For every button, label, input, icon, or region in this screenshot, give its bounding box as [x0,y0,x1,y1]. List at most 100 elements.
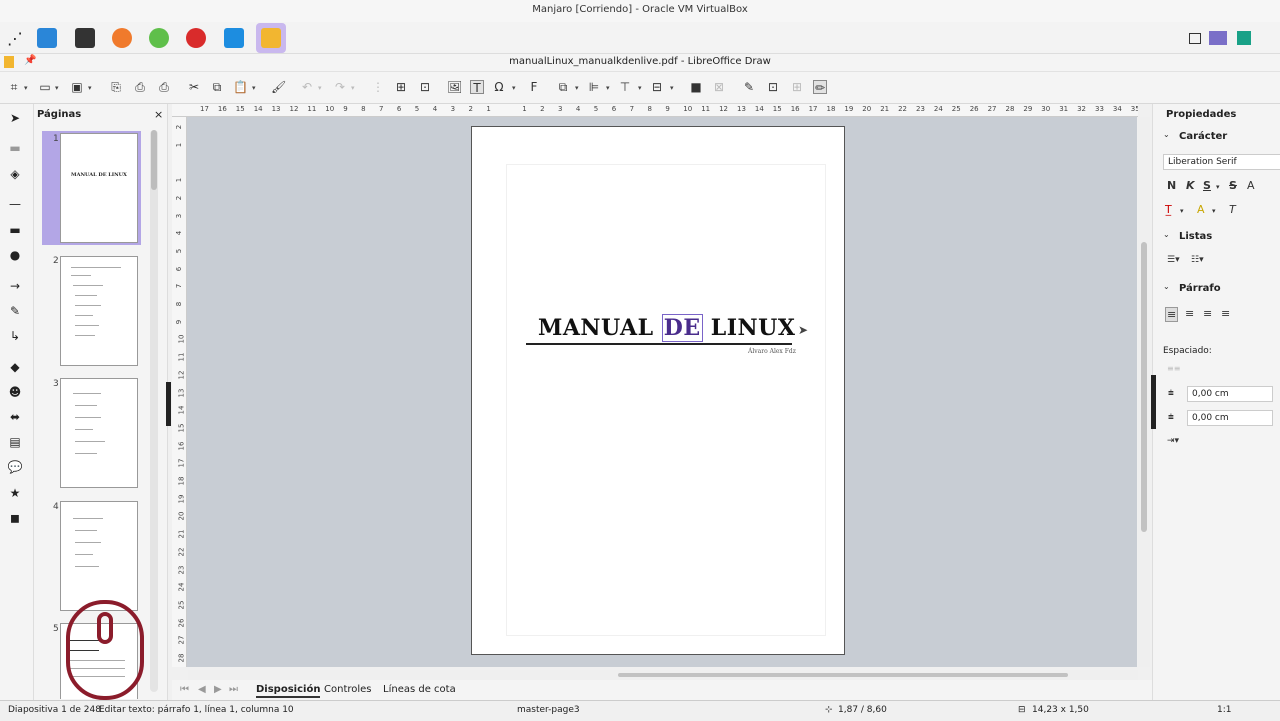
line-spacing-icon[interactable]: ≡≡ [1167,364,1180,373]
pages-scrollbar[interactable] [150,130,158,692]
unordered-list-icon[interactable]: ☰▾ [1167,255,1180,265]
tab-controls[interactable]: Controles [324,684,372,695]
strikethrough-button[interactable]: S [1229,179,1237,192]
draw-function-icon[interactable]: ✏ [813,80,827,95]
align-icon[interactable]: ⊫ [587,80,601,94]
undo-icon[interactable]: ↶ [300,80,314,94]
last-tab-icon[interactable]: ⏭ [229,684,238,695]
line-arrow-icon[interactable]: → [6,278,24,294]
align-center-icon[interactable]: ≡ [1185,307,1194,320]
align-left-icon[interactable]: ≡ [1165,307,1179,322]
stars-icon[interactable]: ★ [6,485,24,501]
clear-formatting-icon[interactable]: T [1229,203,1236,216]
line-icon[interactable]: — [6,196,24,212]
symbol-shapes-icon[interactable]: ☻ [6,384,24,400]
spacing-above-input[interactable]: 0,00 cm [1187,386,1273,402]
cut-icon[interactable]: ✂ [187,80,201,94]
print-icon[interactable]: ⎙ [157,80,171,94]
copy-icon[interactable]: ⧉ [210,80,224,94]
status-master-page[interactable]: master-page3 [517,705,580,715]
distribute-icon[interactable]: ⊟ [650,80,664,94]
select-icon[interactable]: ⌗ [7,80,21,94]
align-right-icon[interactable]: ≡ [1203,307,1212,320]
redo-icon[interactable]: ↷ [333,80,347,94]
callouts-icon[interactable]: 💬 [6,459,24,475]
document-title[interactable]: MANUAL DE LINUX [538,314,795,342]
horizontal-ruler[interactable]: 17 16 15 14 13 12 11 10 9 8 7 6 5 4 3 2 1 1 2 3 4 5 6 7 8 9 10 11 12… [172,104,1138,117]
fill-color-icon[interactable]: ◈ [6,166,24,182]
export-pdf-icon[interactable]: ⎙ [133,80,147,94]
kdenlive-icon[interactable] [219,23,249,53]
transformations-icon[interactable]: ⧉ [556,80,570,94]
export-icon[interactable]: ⎘ [109,80,123,94]
shadow-button[interactable]: A [1247,179,1255,192]
curve-icon[interactable]: ✎ [6,303,24,319]
vertical-ruler[interactable]: 2 1 1 2 3 4 5 6 7 8 9 10 11 12 13 14 15 16 17 18 19 20 21 22 23 2… [172,117,187,667]
status-zoom[interactable]: 1:1 [1217,705,1231,715]
highlight-dropdown-icon[interactable]: ▾ [1212,207,1216,215]
underline-dropdown-icon[interactable]: ▾ [1216,183,1220,191]
flowchart-icon[interactable]: ▤ [6,434,24,450]
section-lists[interactable]: Listas [1179,231,1212,242]
arrange-icon[interactable]: ⊤ [618,80,632,94]
line-color-icon[interactable]: ▬ [6,140,24,156]
underline-button[interactable]: S [1203,179,1211,192]
ellipse-icon[interactable]: ● [6,247,24,263]
tab-dimension-lines[interactable]: Líneas de cota [383,684,456,695]
section-character[interactable]: Carácter [1179,131,1227,142]
open-icon[interactable]: ▭ [38,80,52,94]
align-justify-icon[interactable]: ≡ [1221,307,1230,320]
document-page[interactable]: MANUAL DE LINUX Álvaro Alex Fdz [471,126,845,655]
chevron-down-icon[interactable]: ⌄ [1163,130,1170,139]
manjaro-logo-icon[interactable] [1229,23,1259,53]
first-tab-icon[interactable]: ⏮ [180,684,189,695]
chevron-down-icon[interactable]: ⌄ [1163,282,1170,291]
text-box-icon[interactable]: T [470,80,484,95]
indent-icon[interactable]: ⇥▾ [1167,436,1179,446]
section-paragraph[interactable]: Párrafo [1179,283,1221,294]
firefox-icon[interactable] [107,23,137,53]
prev-tab-icon[interactable]: ◀ [198,684,206,695]
grid-icon[interactable]: ⋮ [371,80,385,94]
fontwork-icon[interactable]: F [527,80,541,94]
page-thumbnail-4[interactable] [60,501,138,611]
downloader-icon[interactable] [144,23,174,53]
helplines-icon[interactable]: ⊞ [394,80,408,94]
libreoffice-draw-icon[interactable] [256,23,286,53]
manjaro-menu-icon[interactable]: ⋰ [0,23,30,53]
canvas-vertical-scrollbar[interactable] [1138,117,1150,667]
font-color-dropdown-icon[interactable]: ▾ [1180,207,1184,215]
block-arrows-icon[interactable]: ⬌ [6,409,24,425]
highlight-icon[interactable]: A [1197,203,1205,216]
close-icon[interactable]: × [154,108,163,121]
canvas-horizontal-scrollbar[interactable] [188,670,1138,680]
file-manager-icon[interactable] [32,23,62,53]
italic-button[interactable]: K [1186,179,1195,192]
page-thumbnail-1[interactable]: MANUAL DE LINUX [60,133,138,243]
terminal-icon[interactable] [70,23,100,53]
font-name-field[interactable]: Liberation Serif [1163,154,1280,170]
paste-icon[interactable]: 📋 [233,80,248,94]
basic-shapes-icon[interactable]: ◆ [6,359,24,375]
3d-objects-icon[interactable]: ◼ [6,510,24,526]
zoom-pan-icon[interactable]: ⊡ [418,80,432,94]
shadow-icon[interactable]: ■ [689,80,703,94]
chevron-down-icon[interactable]: ⌄ [1163,230,1170,239]
strawberry-icon[interactable] [181,23,211,53]
panel-collapse-handle[interactable] [166,382,171,426]
page-thumbnail-3[interactable] [60,378,138,488]
spacing-below-input[interactable]: 0,00 cm [1187,410,1273,426]
toggle-extrusion-icon[interactable]: ⊡ [766,80,780,94]
next-tab-icon[interactable]: ▶ [214,684,222,695]
page-thumbnail-2[interactable] [60,256,138,366]
insert-image-icon[interactable]: 🖼 [447,80,462,94]
save-icon[interactable]: ▣ [70,80,84,94]
ordered-list-icon[interactable]: ☷▾ [1191,255,1204,265]
connector-icon[interactable]: ↳ [6,328,24,344]
tab-layout[interactable]: Disposición [256,684,321,698]
points-icon[interactable]: ⊞ [790,80,804,94]
sidebar-collapse-handle[interactable] [1151,375,1156,429]
filter-icon[interactable]: ✎ [742,80,756,94]
special-character-icon[interactable]: Ω [492,80,506,94]
font-color-icon[interactable]: T̲ [1165,203,1172,216]
